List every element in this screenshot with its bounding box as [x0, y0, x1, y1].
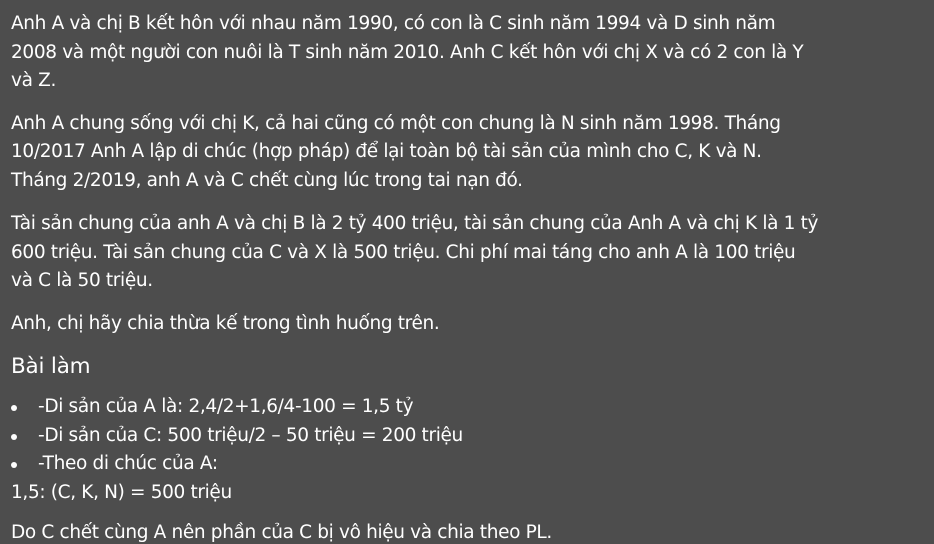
text-line: 600 triệu. Tài sản chung của C và X là 5… [11, 241, 796, 263]
list-item: -Di sản của C: 500 triệu/2 – 50 triệu = … [11, 422, 934, 451]
text-line: Anh, chị hãy chia thừa kế trong tình huố… [11, 312, 440, 334]
list-item-text: -Di sản của C: 500 triệu/2 – 50 triệu = … [38, 424, 463, 446]
paragraph-question: Anh, chị hãy chia thừa kế trong tình huố… [11, 310, 934, 339]
bullet-dot-icon [11, 462, 17, 468]
document-body: Anh A và chị B kết hôn với nhau năm 1990… [0, 0, 934, 544]
text-line: 2008 và một người con nuôi là T sinh năm… [11, 41, 804, 63]
conclusion-line: Do C chết cùng A nên phần của C bị vô hi… [11, 522, 552, 543]
paragraph-family: Anh A và chị B kết hôn với nhau năm 1990… [11, 10, 934, 96]
paragraph-assets: Tài sản chung của anh A và chị B là 2 tỷ… [11, 210, 934, 296]
bullet-dot-icon [11, 433, 17, 440]
paragraph-will: Anh A chung sống với chị K, cả hai cũng … [11, 110, 934, 196]
text-line: Tháng 2/2019, anh A và C chết cùng lúc t… [11, 169, 523, 191]
list-item-text: -Di sản của A là: 2,4/2+1,6/4-100 = 1,5 … [38, 396, 414, 417]
list-item-text: -Theo di chúc của A: [38, 453, 218, 474]
text-line: Anh A và chị B kết hôn với nhau năm 1990… [11, 13, 776, 34]
bullet-dot-icon [11, 405, 17, 411]
text-line: Tài sản chung của anh A và chị B là 2 tỷ… [11, 213, 819, 234]
text-line: và Z. [11, 70, 56, 91]
text-line: 10/2017 Anh A lập di chúc (hợp pháp) để … [11, 141, 762, 162]
section-heading: Bài làm [11, 354, 91, 379]
text-line: và C là 50 triệu. [11, 270, 153, 291]
answer-bullet-list: -Di sản của A là: 2,4/2+1,6/4-100 = 1,5 … [11, 393, 934, 479]
text-line: Anh A chung sống với chị K, cả hai cũng … [11, 112, 781, 134]
will-distribution-line: 1,5: (C, K, N) = 500 triệu [11, 481, 232, 503]
list-item: -Theo di chúc của A: [11, 450, 934, 479]
list-item: -Di sản của A là: 2,4/2+1,6/4-100 = 1,5 … [11, 393, 934, 422]
